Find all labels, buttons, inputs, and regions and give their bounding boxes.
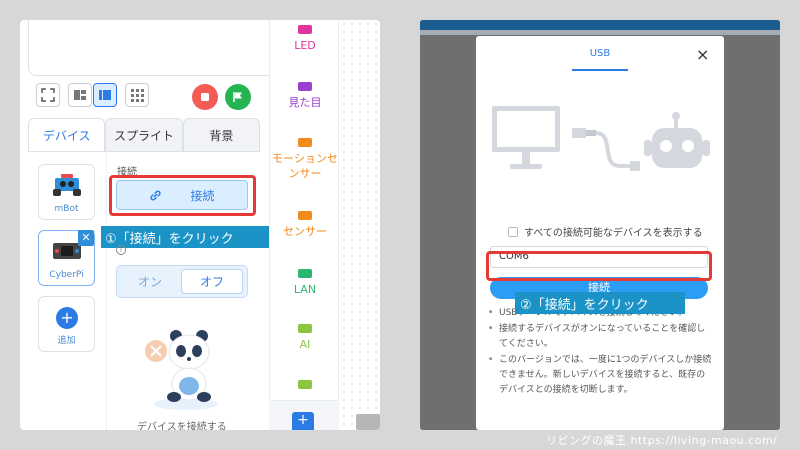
show-all-label: すべての接続可能なデバイスを表示する <box>524 228 703 239</box>
power-toggle[interactable]: オン オフ <box>116 265 248 298</box>
show-all-checkbox[interactable] <box>508 226 518 237</box>
connection-notes: USBケーブルでデバイスを接続してください。 接続するデバイスがオンになっている… <box>488 306 714 399</box>
category-color-chip <box>298 25 312 34</box>
show-all-devices-row[interactable]: すべての接続可能なデバイスを表示する <box>508 224 703 239</box>
add-extension-button[interactable]: + <box>292 412 314 430</box>
flag-icon <box>233 92 242 102</box>
remove-device-close-icon[interactable]: ✕ <box>78 230 94 246</box>
toggle-on[interactable]: オン <box>117 266 183 297</box>
script-block[interactable] <box>356 414 380 430</box>
close-icon[interactable]: × <box>696 45 709 64</box>
connect-device-dialog: USB × すべての接続可能なデバイスを表示する COM6 ﹀ 接続 • • 接… <box>476 36 724 430</box>
block-categories: LED 見た目 モーションセンサー センサー LAN AI <box>269 20 339 430</box>
category-led[interactable]: LED <box>270 25 340 53</box>
category-lan[interactable]: LAN <box>270 269 340 297</box>
usb-connection-illustration-icon <box>492 106 710 171</box>
window-title-bar <box>420 20 780 30</box>
device-mbot[interactable]: mBot <box>38 164 95 220</box>
category-label: モーションセンサー <box>272 152 338 180</box>
info-icon[interactable]: i <box>116 245 126 255</box>
highlight-box-dialog-connect <box>486 251 712 281</box>
device-label: 追加 <box>57 336 76 346</box>
category-color-chip <box>298 380 312 389</box>
add-device-button[interactable]: + 追加 <box>38 296 95 352</box>
device-label: CyberPi <box>49 270 84 280</box>
category-sensor[interactable]: センサー <box>270 211 340 239</box>
empty-state-hint: デバイスを接続する <box>137 422 227 430</box>
stop-button[interactable] <box>192 84 218 110</box>
stage-preview <box>28 20 282 76</box>
highlight-box-connect <box>109 175 256 216</box>
fullscreen-icon <box>41 88 55 102</box>
small-stage-icon <box>74 90 86 100</box>
fullscreen-button[interactable] <box>36 83 60 107</box>
green-flag-button[interactable] <box>225 84 251 110</box>
category-color-chip <box>298 324 312 333</box>
category-motion-sensor[interactable]: モーションセンサー <box>270 138 340 181</box>
site-credit: リビングの魔王 https://living-maou.com/ <box>546 434 778 447</box>
small-stage-button[interactable] <box>68 83 92 107</box>
panda-mascot-icon <box>145 330 218 410</box>
category-label: 見た目 <box>288 96 322 109</box>
grid-icon <box>130 88 144 102</box>
tab-devices[interactable]: デバイス <box>28 118 106 151</box>
tab-sprites[interactable]: スプライト <box>105 118 183 151</box>
category-color-chip <box>298 82 312 91</box>
category-ai[interactable]: AI <box>270 324 340 352</box>
tab-underline <box>572 69 628 71</box>
connect-dialog-screenshot: USB × すべての接続可能なデバイスを表示する COM6 ﹀ 接続 • • 接… <box>420 20 780 430</box>
category-label: センサー <box>283 225 327 238</box>
divider <box>106 152 107 430</box>
mblock-editor-panel: デバイス スプライト 背景 mBot CyberPi ✕ + 追加 接続 接続 … <box>20 20 380 430</box>
plus-icon: + <box>56 307 78 329</box>
panel-tabs: デバイス スプライト 背景 <box>28 118 260 152</box>
large-stage-button[interactable] <box>93 83 117 107</box>
menu-bar <box>420 30 780 35</box>
callout-step-1: ①「接続」をクリック <box>101 226 270 248</box>
category-label: AI <box>299 338 311 351</box>
category-label: LED <box>294 39 316 52</box>
category-label: LAN <box>293 283 317 296</box>
category-color-chip <box>298 211 312 220</box>
callout-step-2: ②「接続」をクリック <box>515 292 685 314</box>
large-stage-icon <box>99 90 111 100</box>
stop-icon <box>201 93 209 101</box>
note-item: このバージョンでは、一度に1つのデバイスしか接続できません。新しいデバイスを接続… <box>488 353 714 398</box>
category-color-chip <box>298 138 312 147</box>
category-color-chip <box>298 269 312 278</box>
grid-view-button[interactable] <box>125 83 149 107</box>
tab-backdrops[interactable]: 背景 <box>182 118 260 151</box>
category-next[interactable] <box>270 380 340 393</box>
category-looks[interactable]: 見た目 <box>270 82 340 110</box>
mbot-robot-icon <box>53 174 81 196</box>
device-label: mBot <box>54 204 79 214</box>
script-area[interactable] <box>340 20 380 430</box>
toggle-off[interactable]: オフ <box>181 269 243 294</box>
note-item: 接続するデバイスがオンになっていることを確認してください。 <box>488 322 714 352</box>
